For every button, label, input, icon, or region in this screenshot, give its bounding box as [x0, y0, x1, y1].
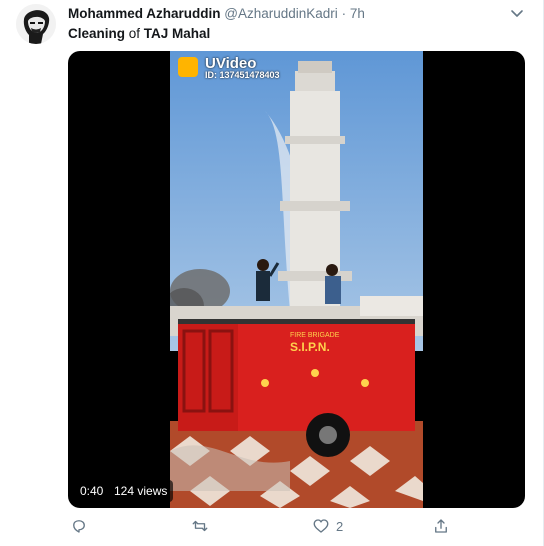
tweet-card[interactable]: Mohammed Azharuddin @AzharuddinKadri · 7… — [0, 0, 544, 546]
avatar[interactable] — [16, 4, 56, 44]
video-still-image: FIRE BRIGADE S.I.P.N. — [170, 51, 423, 508]
tweet-actions: 2 — [68, 516, 488, 536]
author-handle[interactable]: @AzharuddinKadri — [224, 6, 338, 21]
separator-dot: · — [341, 6, 347, 21]
share-button[interactable] — [432, 516, 450, 536]
video-player[interactable]: FIRE BRIGADE S.I.P.N. UVideo ID: 1374514 — [68, 51, 525, 508]
tweet-header: Mohammed Azharuddin @AzharuddinKadri · 7… — [68, 6, 503, 24]
share-icon — [435, 519, 447, 533]
avatar-sketch-icon — [16, 4, 56, 44]
truck-label-small: FIRE BRIGADE — [290, 332, 340, 339]
reply-icon — [73, 520, 85, 533]
uvideo-logo-icon — [178, 57, 198, 77]
tweet-text: Cleaning of TAJ Mahal — [68, 26, 210, 41]
video-views: 124 views — [108, 480, 174, 502]
truck-label-large: S.I.P.N. — [290, 340, 330, 354]
reply-button[interactable] — [70, 516, 88, 536]
retweet-icon — [192, 520, 208, 532]
watermark-id: ID: 137451478403 — [205, 70, 280, 80]
chevron-down-icon[interactable] — [509, 6, 525, 22]
tweet-text-part: TAJ Mahal — [143, 26, 211, 41]
video-frame: FIRE BRIGADE S.I.P.N. UVideo ID: 1374514 — [170, 51, 423, 508]
like-button[interactable]: 2 — [312, 516, 343, 536]
video-duration: 0:40 — [74, 480, 110, 502]
tweet-text-part: Cleaning — [68, 26, 126, 41]
retweet-button[interactable] — [191, 516, 209, 536]
timestamp[interactable]: 7h — [350, 6, 365, 21]
like-count: 2 — [336, 518, 344, 534]
tweet-text-part: of — [125, 26, 144, 41]
author-name[interactable]: Mohammed Azharuddin — [68, 6, 221, 21]
heart-icon — [313, 519, 329, 533]
